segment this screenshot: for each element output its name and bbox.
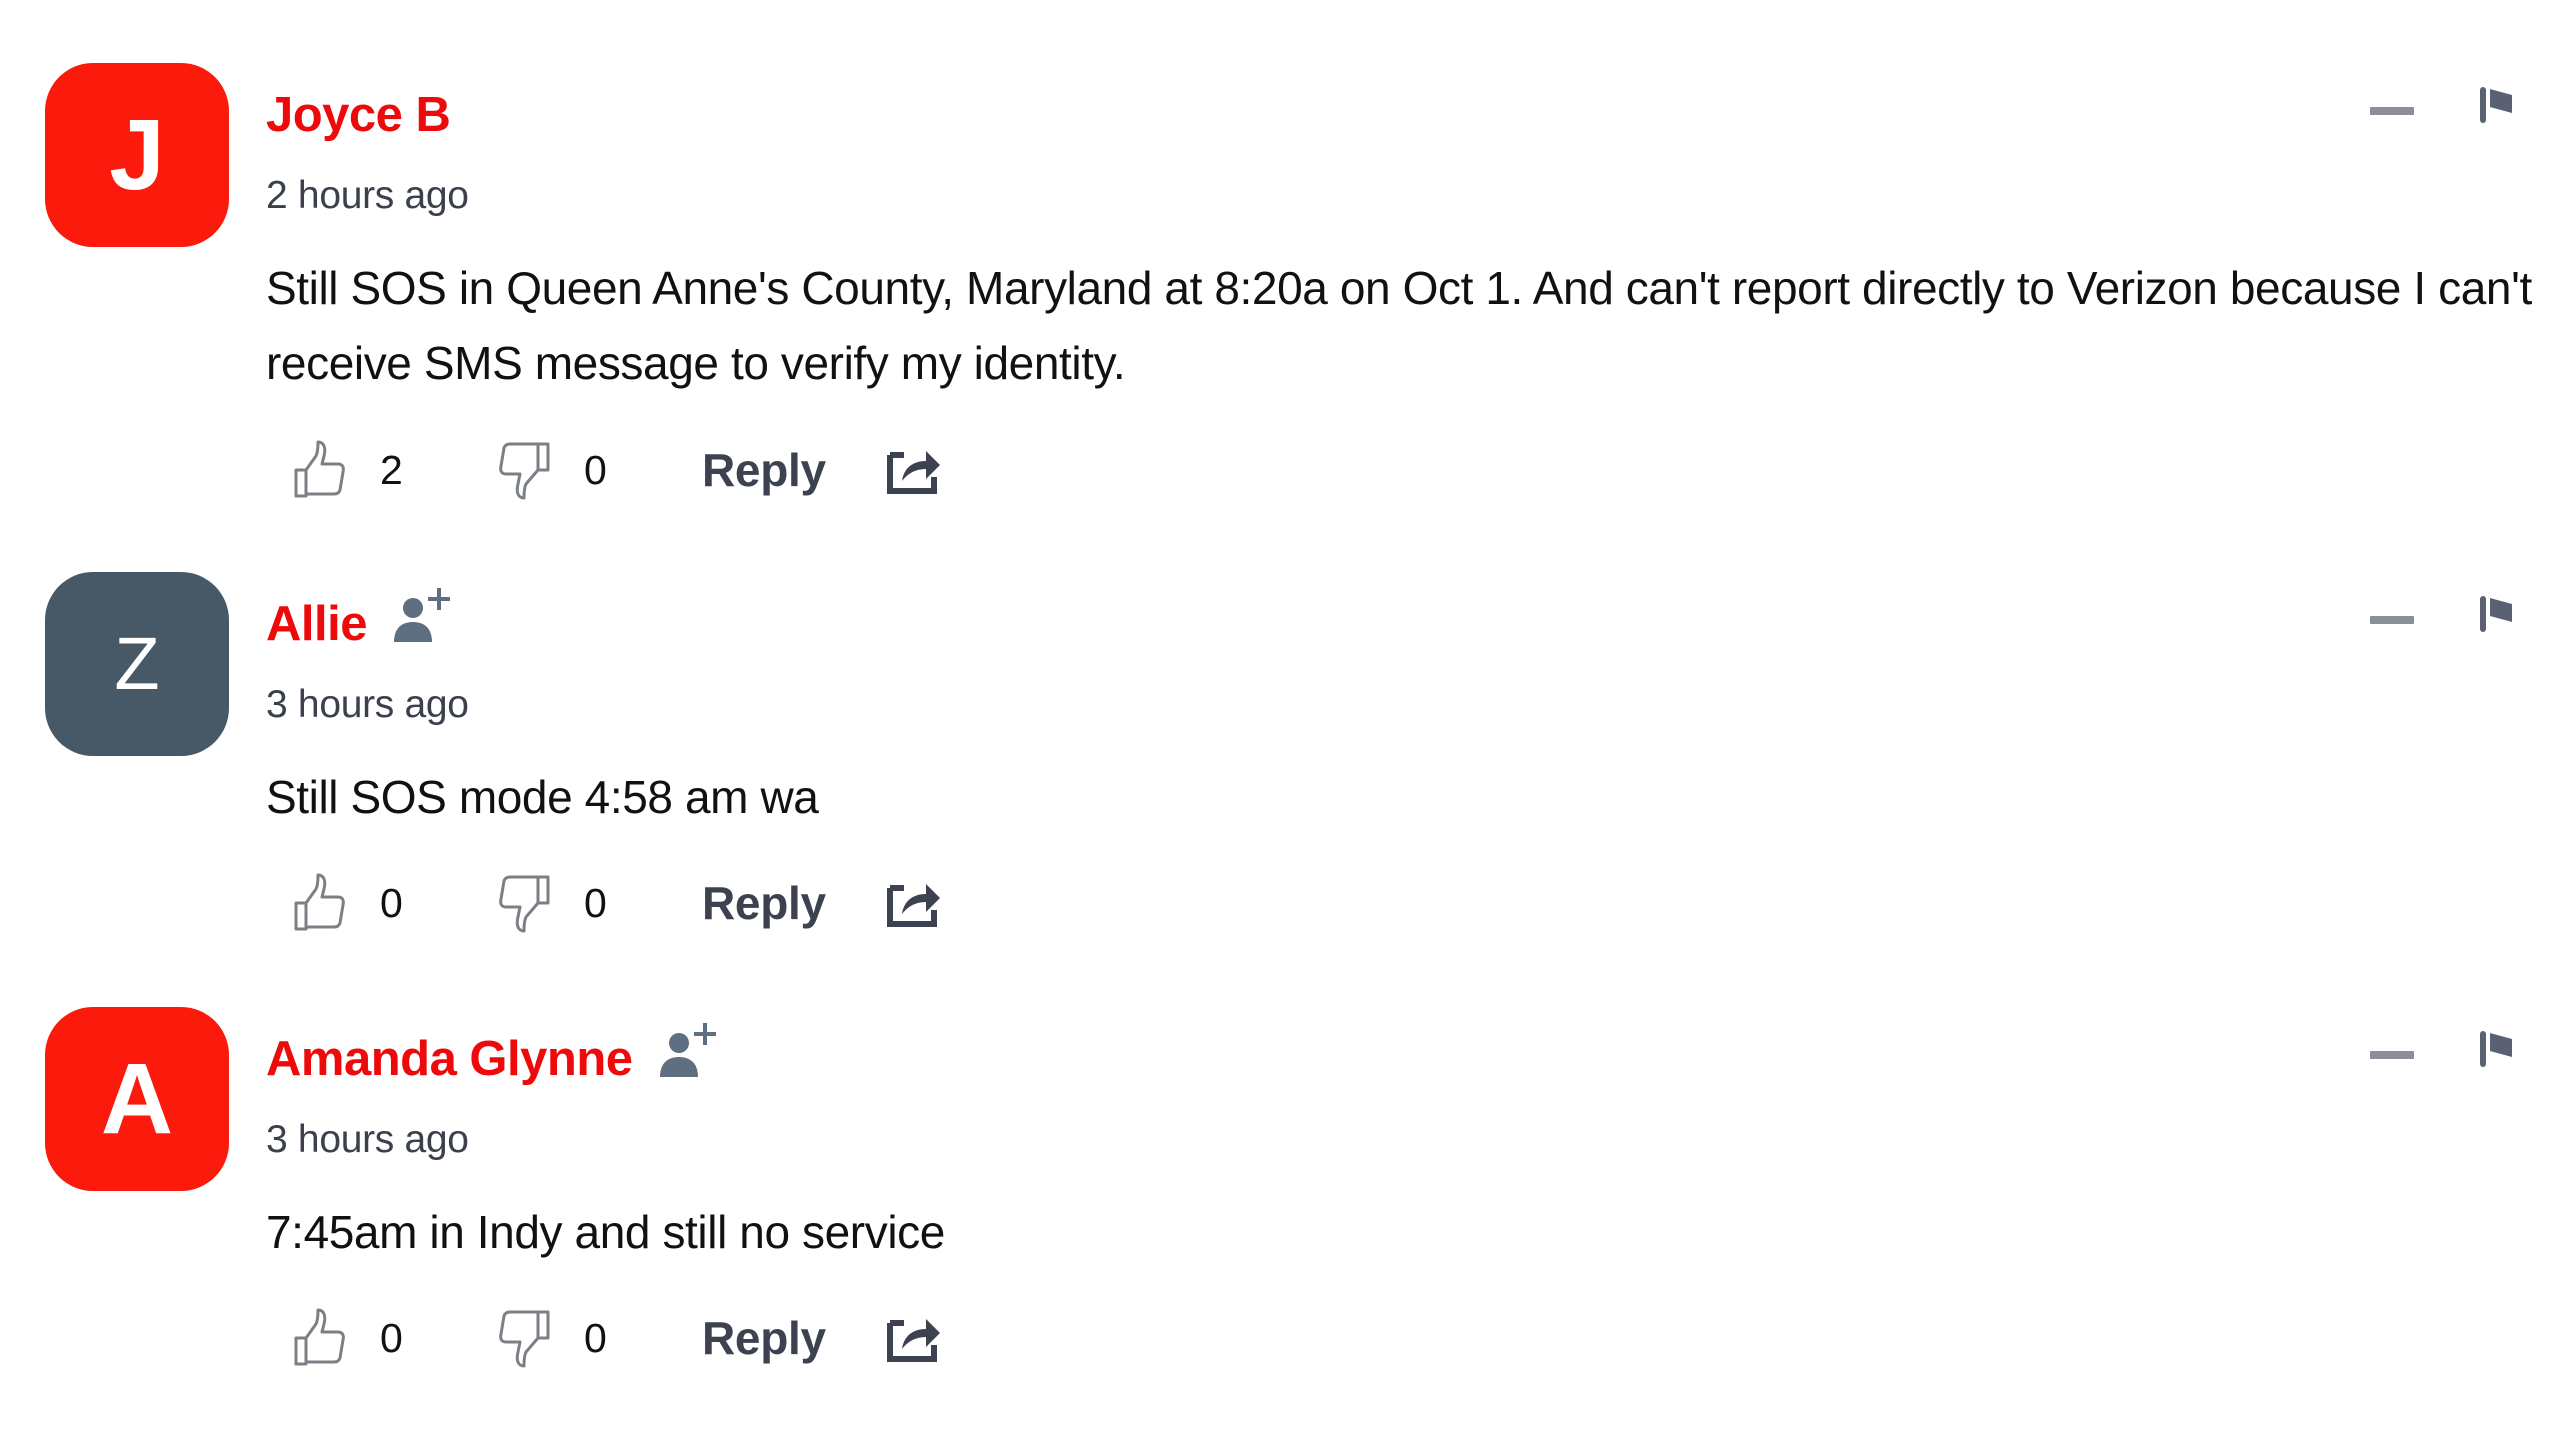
reply-button[interactable]: Reply xyxy=(702,443,826,497)
like-count: 0 xyxy=(380,1314,403,1361)
author-name[interactable]: Allie xyxy=(266,594,367,654)
comment-text: Still SOS mode 4:58 am wa xyxy=(266,771,819,823)
thumbs-up-icon[interactable] xyxy=(292,1308,348,1368)
thumbs-down-icon[interactable] xyxy=(496,1308,552,1368)
author-row: Amanda Glynne xyxy=(266,1023,717,1089)
thumbs-down-icon[interactable] xyxy=(496,440,552,500)
dislike-group: 0 xyxy=(496,1308,624,1368)
collapse-icon[interactable] xyxy=(2370,1051,2414,1059)
reply-button[interactable]: Reply xyxy=(702,1311,826,1365)
add-user-icon[interactable] xyxy=(393,586,451,644)
avatar[interactable]: Z xyxy=(45,572,229,756)
collapse-icon[interactable] xyxy=(2370,616,2414,624)
share-icon[interactable] xyxy=(886,878,942,928)
avatar-initial: J xyxy=(109,99,165,211)
thumbs-down-icon[interactable] xyxy=(496,873,552,933)
avatar[interactable]: A xyxy=(45,1007,229,1191)
comment-actions: 0 0 Reply xyxy=(292,868,942,938)
comment-text: 7:45am in Indy and still no service xyxy=(266,1206,945,1258)
dislike-count: 0 xyxy=(584,446,607,493)
avatar-initial: Z xyxy=(114,622,160,705)
comment-text: Still SOS in Queen Anne's County, Maryla… xyxy=(266,262,2532,389)
flag-icon[interactable] xyxy=(2478,85,2514,125)
share-icon[interactable] xyxy=(886,1313,942,1363)
comment-actions: 0 0 Reply xyxy=(292,1303,942,1373)
flag-icon[interactable] xyxy=(2478,594,2514,634)
timestamp: 3 hours ago xyxy=(266,683,469,726)
dislike-group: 0 xyxy=(496,873,624,933)
dislike-group: 0 xyxy=(496,440,624,500)
reply-button[interactable]: Reply xyxy=(702,876,826,930)
author-row: Allie xyxy=(266,588,451,654)
author-name[interactable]: Joyce B xyxy=(266,85,451,145)
author-row: Joyce B xyxy=(266,85,451,145)
avatar[interactable]: J xyxy=(45,63,229,247)
thumbs-up-icon[interactable] xyxy=(292,440,348,500)
author-name[interactable]: Amanda Glynne xyxy=(266,1029,633,1089)
add-user-icon[interactable] xyxy=(659,1021,717,1079)
thumbs-up-icon[interactable] xyxy=(292,873,348,933)
like-count: 2 xyxy=(380,446,403,493)
timestamp: 2 hours ago xyxy=(266,174,469,217)
dislike-count: 0 xyxy=(584,1314,607,1361)
timestamp: 3 hours ago xyxy=(266,1118,469,1161)
share-icon[interactable] xyxy=(886,445,942,495)
avatar-initial: A xyxy=(100,1043,174,1155)
flag-icon[interactable] xyxy=(2478,1029,2514,1069)
dislike-count: 0 xyxy=(584,879,607,926)
comment-actions: 2 0 Reply xyxy=(292,435,942,505)
collapse-icon[interactable] xyxy=(2370,107,2414,115)
like-count: 0 xyxy=(380,879,403,926)
